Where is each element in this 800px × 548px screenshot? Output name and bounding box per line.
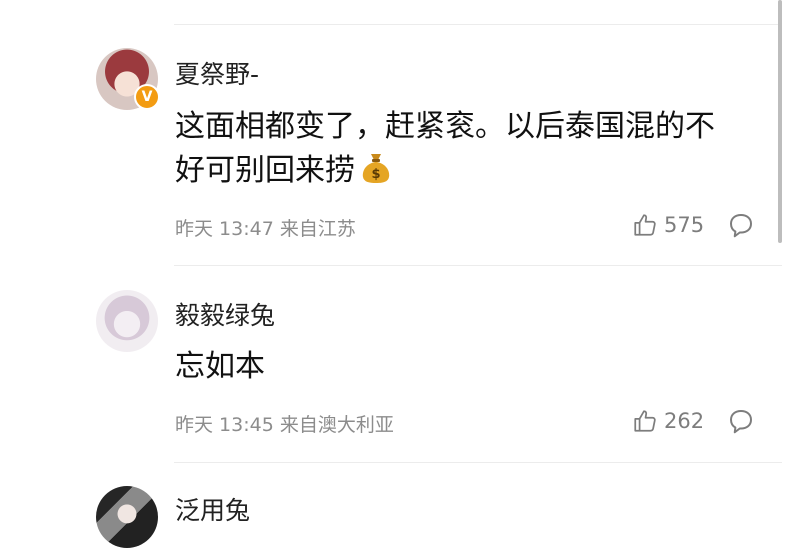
like-button[interactable]: 575 [632, 212, 704, 238]
comment-divider [174, 265, 782, 266]
comment-text-line2: 好可别回来捞 $ [175, 150, 393, 196]
comment-text: 这面相都变了，赶紧衮。以后泰国混的不 [175, 109, 715, 144]
money-bag-icon: $ [359, 150, 393, 196]
username[interactable]: 毅毅绿兔 [175, 296, 275, 332]
like-button[interactable]: 262 [632, 408, 704, 434]
comment-location: 来自澳大利亚 [279, 414, 394, 436]
comment-bubble-icon [730, 214, 752, 238]
top-divider [174, 24, 782, 25]
avatar[interactable] [96, 486, 158, 548]
avatar[interactable] [96, 290, 158, 352]
comment-text: 好可别回来捞 [175, 153, 355, 188]
reply-button[interactable] [726, 406, 756, 440]
comment-meta: 昨天 13:45 来自澳大利亚 [175, 410, 394, 437]
comment-time: 昨天 13:47 [175, 218, 274, 240]
comment-bubble-icon [730, 410, 752, 434]
scrollbar[interactable] [778, 0, 782, 243]
username[interactable]: 夏祭野- [175, 55, 259, 91]
svg-text:$: $ [371, 167, 380, 182]
comment-location: 来自江苏 [279, 218, 356, 240]
thumbs-up-icon [634, 410, 656, 432]
username[interactable]: 泛用兔 [175, 491, 250, 527]
comment-divider [174, 462, 782, 463]
like-count: 262 [664, 409, 705, 433]
comment-meta: 昨天 13:47 来自江苏 [175, 214, 356, 241]
reply-button[interactable] [726, 210, 756, 244]
thumbs-up-icon [634, 214, 656, 236]
like-count: 575 [664, 213, 705, 237]
comment-text: 忘如本 [175, 349, 265, 384]
comment-time: 昨天 13:45 [175, 414, 274, 436]
verified-badge-icon: V [134, 84, 160, 110]
